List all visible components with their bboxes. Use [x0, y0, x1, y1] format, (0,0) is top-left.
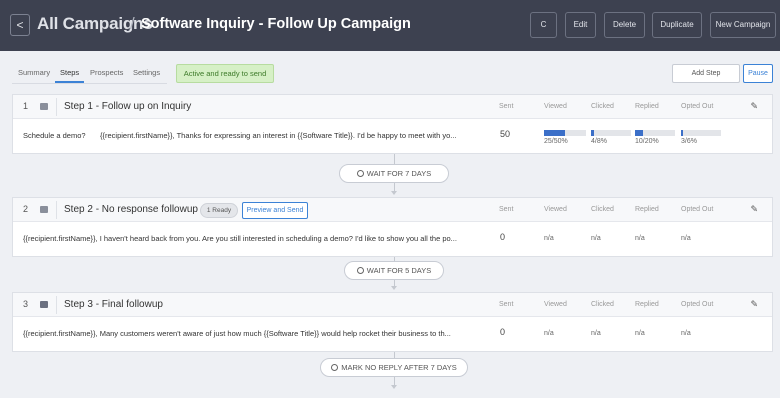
clock-icon: [331, 364, 339, 371]
replied-stat: n/a: [635, 235, 645, 242]
breadcrumb-all-campaigns[interactable]: All Campaigns: [37, 14, 153, 34]
step-header: 2 Step 2 - No response followup 1 Ready …: [13, 198, 772, 222]
wait-delay-2[interactable]: WAIT FOR 5 DAYS: [344, 261, 444, 280]
col-viewed-label: Viewed: [544, 206, 567, 213]
envelope-icon: [40, 206, 48, 213]
clicked-stat: n/a: [591, 235, 601, 242]
connector-line: [394, 154, 395, 164]
step-title[interactable]: Step 3 - Final followup: [64, 299, 163, 310]
breadcrumb-separator: /: [130, 14, 135, 33]
clock-icon: [356, 267, 364, 274]
step-number: 2: [23, 204, 29, 214]
step-card-3: 3 Step 3 - Final followup Sent Viewed Cl…: [12, 292, 773, 352]
viewed-stat: 25/50%: [544, 138, 568, 145]
preview-and-send-button[interactable]: Preview and Send: [242, 202, 308, 219]
envelope-icon: [40, 103, 48, 110]
viewed-stat: n/a: [544, 330, 554, 337]
mark-no-reply-delay[interactable]: MARK NO REPLY AFTER 7 DAYS: [320, 358, 468, 377]
pencil-icon[interactable]: ✎: [750, 204, 758, 215]
wait-label: WAIT FOR 7 DAYS: [366, 169, 432, 178]
ready-count-badge: 1 Ready: [200, 203, 238, 218]
duplicate-button[interactable]: Duplicate: [652, 12, 702, 38]
clicked-stat: n/a: [591, 330, 601, 337]
col-clicked-label: Clicked: [591, 301, 614, 308]
col-opted-out-label: Opted Out: [681, 206, 714, 213]
divider: [56, 201, 57, 219]
wait-label: MARK NO REPLY AFTER 7 DAYS: [341, 363, 457, 372]
opted-out-bar: [681, 130, 721, 136]
col-viewed-label: Viewed: [544, 103, 567, 110]
col-opted-out-label: Opted Out: [681, 301, 714, 308]
top-bar: < All Campaigns / Software Inquiry - Fol…: [0, 0, 780, 51]
tabs-divider: [12, 83, 167, 84]
active-tab-indicator: [55, 81, 84, 83]
step-title[interactable]: Step 1 - Follow up on Inquiry: [64, 101, 191, 112]
divider: [56, 98, 57, 116]
arrow-down-icon: [391, 191, 397, 195]
sent-count: 50: [500, 129, 511, 139]
col-replied-label: Replied: [635, 206, 659, 213]
opted-out-stat: n/a: [681, 330, 691, 337]
col-sent-label: Sent: [499, 301, 514, 308]
col-viewed-label: Viewed: [544, 301, 567, 308]
col-clicked-label: Clicked: [591, 103, 614, 110]
replied-stat: n/a: [635, 330, 645, 337]
pencil-icon[interactable]: ✎: [750, 101, 758, 112]
opted-out-stat: 3/6%: [681, 138, 697, 145]
step-header: 1 Step 1 - Follow up on Inquiry Sent Vie…: [13, 95, 772, 119]
sent-count: 0: [500, 232, 506, 242]
viewed-bar: [544, 130, 586, 136]
wait-label: WAIT FOR 5 DAYS: [366, 266, 432, 275]
refresh-button[interactable]: C: [530, 12, 557, 38]
refresh-icon: C: [540, 20, 547, 29]
tab-summary[interactable]: Summary: [18, 68, 50, 77]
delete-button[interactable]: Delete: [604, 12, 645, 38]
col-sent-label: Sent: [499, 206, 514, 213]
clicked-stat: 4/8%: [591, 138, 607, 145]
pause-button[interactable]: Pause: [743, 64, 773, 83]
arrow-down-icon: [391, 286, 397, 290]
back-button[interactable]: <: [10, 14, 30, 36]
replied-bar-fill: [635, 130, 643, 136]
wait-delay-1[interactable]: WAIT FOR 7 DAYS: [339, 164, 449, 183]
clock-icon: [356, 170, 364, 177]
step-title[interactable]: Step 2 - No response followup: [64, 204, 198, 215]
divider: [56, 296, 57, 314]
sent-count: 0: [500, 327, 506, 337]
opted-out-stat: n/a: [681, 235, 691, 242]
clicked-bar: [591, 130, 631, 136]
replied-stat: 10/20%: [635, 138, 659, 145]
add-step-button[interactable]: Add Step: [672, 64, 740, 83]
tab-settings[interactable]: Settings: [133, 68, 160, 77]
col-opted-out-label: Opted Out: [681, 103, 714, 110]
arrow-down-icon: [391, 385, 397, 389]
step-number: 3: [23, 299, 29, 309]
step-subject: Schedule a demo?: [23, 131, 86, 140]
page-title: Software Inquiry - Follow Up Campaign: [141, 16, 411, 32]
col-sent-label: Sent: [499, 103, 514, 110]
pencil-icon[interactable]: ✎: [750, 299, 758, 310]
col-replied-label: Replied: [635, 103, 659, 110]
step-card-2: 2 Step 2 - No response followup 1 Ready …: [12, 197, 773, 257]
col-clicked-label: Clicked: [591, 206, 614, 213]
step-number: 1: [23, 101, 29, 111]
new-campaign-button[interactable]: New Campaign: [710, 12, 776, 38]
replied-bar: [635, 130, 675, 136]
col-replied-label: Replied: [635, 301, 659, 308]
viewed-stat: n/a: [544, 235, 554, 242]
step-body-preview: {{recipient.firstName}}, I haven't heard…: [23, 234, 457, 243]
envelope-icon: [40, 301, 48, 308]
viewed-bar-fill: [544, 130, 565, 136]
edit-button[interactable]: Edit: [565, 12, 596, 38]
step-body-preview: {{recipient.firstName}}, Many customers …: [23, 329, 451, 338]
tab-steps[interactable]: Steps: [60, 68, 79, 77]
tab-prospects[interactable]: Prospects: [90, 68, 123, 77]
step-card-1: 1 Step 1 - Follow up on Inquiry Sent Vie…: [12, 94, 773, 154]
clicked-bar-fill: [591, 130, 595, 136]
step-body-preview: {{recipient.firstName}}, Thanks for expr…: [100, 131, 457, 140]
opted-out-bar-fill: [681, 130, 684, 136]
campaign-status-badge: Active and ready to send: [176, 64, 274, 83]
step-header: 3 Step 3 - Final followup Sent Viewed Cl…: [13, 293, 772, 317]
